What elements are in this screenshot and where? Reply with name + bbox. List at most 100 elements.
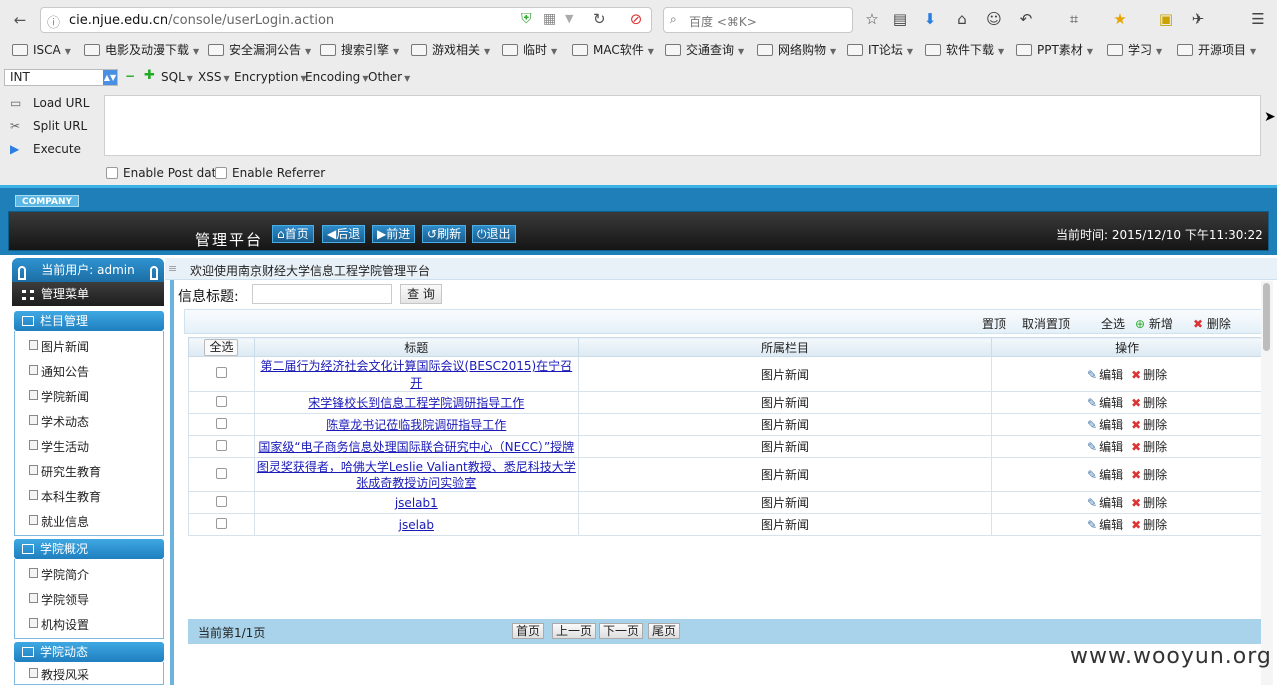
- sidebar-item[interactable]: 学院新闻: [29, 388, 89, 405]
- back-button[interactable]: ◀后退: [322, 225, 366, 243]
- sidebar-item[interactable]: 图片新闻: [29, 338, 89, 355]
- qr-code-icon[interactable]: ▦: [543, 11, 556, 27]
- star-icon[interactable]: ☆: [862, 9, 882, 29]
- prev-page-button[interactable]: 上一页: [552, 623, 597, 639]
- type-select[interactable]: INT ▲▼: [4, 69, 118, 86]
- pin-top-button[interactable]: 置顶: [982, 315, 1006, 332]
- news-title-link[interactable]: 第二届行为经济社会文化计算国际会议(BESC2015)在宁召开: [260, 359, 572, 390]
- extension-icon[interactable]: ✈: [1188, 9, 1208, 29]
- plus-icon[interactable]: ✚: [144, 68, 155, 83]
- edit-button[interactable]: ✎ 编辑: [1087, 416, 1123, 433]
- refresh-button[interactable]: ↺刷新: [422, 225, 467, 243]
- url-bar[interactable]: ⓘ cie.njue.edu.cn/console/userLogin.acti…: [40, 7, 652, 33]
- news-title-link[interactable]: jselab1: [395, 496, 438, 510]
- sidebar-item[interactable]: 学院领导: [29, 591, 89, 608]
- news-title-link[interactable]: 国家级“电子商务信息处理国际联合研究中心（NECC）”授牌: [258, 440, 574, 454]
- load-url-button[interactable]: ▭ Load URL: [10, 96, 89, 110]
- bookmark-folder[interactable]: 交通查询 ▼: [665, 40, 744, 60]
- chat-icon[interactable]: ☺: [984, 9, 1004, 29]
- bookmark-folder[interactable]: 安全漏洞公告 ▼: [208, 40, 311, 60]
- unpin-button[interactable]: 取消置顶: [1022, 315, 1070, 332]
- menu-encryption[interactable]: Encryption ▼: [234, 70, 307, 84]
- section-column-management[interactable]: 栏目管理: [14, 311, 164, 331]
- sidebar-item[interactable]: 学院简介: [29, 566, 89, 583]
- row-checkbox[interactable]: [215, 467, 227, 479]
- dropdown-icon[interactable]: ▼: [565, 12, 573, 25]
- url-textarea[interactable]: [104, 95, 1261, 156]
- row-checkbox[interactable]: [215, 439, 227, 451]
- delete-row-button[interactable]: ✖ 删除: [1131, 366, 1167, 383]
- home-button[interactable]: ⌂首页: [272, 225, 314, 243]
- edit-button[interactable]: ✎ 编辑: [1087, 366, 1123, 383]
- page-scrollbar[interactable]: [1261, 281, 1273, 685]
- bookmark-folder[interactable]: 搜索引擎 ▼: [320, 40, 399, 60]
- bookmark-folder[interactable]: 学习 ▼: [1107, 40, 1162, 60]
- news-title-link[interactable]: 陈章龙书记莅临我院调研指导工作: [326, 418, 506, 432]
- menu-icon[interactable]: ☰: [1248, 9, 1268, 29]
- edit-button[interactable]: ✎ 编辑: [1087, 394, 1123, 411]
- news-title-link[interactable]: 图灵奖获得者，哈佛大学Leslie Valiant教授、悉尼科技大学张成奇教授访…: [257, 460, 576, 490]
- edit-button[interactable]: ✎ 编辑: [1087, 438, 1123, 455]
- search-bar[interactable]: ⌕ 百度 <⌘K>: [663, 7, 853, 33]
- query-button[interactable]: 查 询: [400, 284, 442, 304]
- last-page-button[interactable]: 尾页: [648, 623, 681, 639]
- download-icon[interactable]: ⬇: [920, 9, 940, 29]
- bookmark-folder[interactable]: 开源项目 ▼: [1177, 40, 1256, 60]
- row-checkbox[interactable]: [215, 517, 227, 529]
- bookmark-folder[interactable]: 网络购物 ▼: [757, 40, 836, 60]
- delete-row-button[interactable]: ✖ 删除: [1131, 494, 1167, 511]
- favorites-icon[interactable]: ★: [1110, 9, 1130, 29]
- delete-row-button[interactable]: ✖ 删除: [1131, 467, 1167, 483]
- delete-button[interactable]: ✖ 删除: [1193, 315, 1231, 332]
- crop-icon[interactable]: ⌗: [1064, 9, 1084, 29]
- sidebar-item[interactable]: 就业信息: [29, 513, 89, 530]
- bookmark-folder[interactable]: 游戏相关 ▼: [411, 40, 490, 60]
- back-icon[interactable]: ←: [8, 8, 32, 32]
- delete-row-button[interactable]: ✖ 删除: [1131, 438, 1167, 455]
- menu-xss[interactable]: XSS ▼: [198, 70, 230, 84]
- next-page-button[interactable]: 下一页: [599, 623, 644, 639]
- section-college-overview[interactable]: 学院概况: [14, 539, 164, 559]
- delete-row-button[interactable]: ✖ 删除: [1131, 516, 1167, 533]
- minus-icon[interactable]: −: [125, 69, 135, 83]
- row-checkbox[interactable]: [215, 367, 227, 378]
- execute-button[interactable]: ▶ Execute: [10, 142, 81, 156]
- section-college-news[interactable]: 学院动态: [14, 642, 164, 662]
- news-title-link[interactable]: jselab: [399, 518, 434, 532]
- site-info-icon[interactable]: ⓘ: [47, 12, 60, 31]
- undo-icon[interactable]: ↶: [1016, 9, 1036, 29]
- grid-icon[interactable]: ▣: [1156, 9, 1176, 29]
- enable-referrer-checkbox[interactable]: Enable Referrer: [215, 166, 325, 180]
- row-checkbox[interactable]: [215, 417, 227, 429]
- reload-icon[interactable]: ↻: [593, 10, 606, 28]
- bookmark-folder[interactable]: 临时 ▼: [502, 40, 557, 60]
- news-title-link[interactable]: 宋学锋校长到信息工程学院调研指导工作: [308, 396, 524, 410]
- reading-list-icon[interactable]: ▤: [890, 9, 910, 29]
- enable-post-checkbox[interactable]: Enable Post data: [106, 166, 224, 180]
- bookmark-folder[interactable]: MAC软件 ▼: [572, 40, 654, 60]
- select-all-toggle[interactable]: 全选: [204, 338, 239, 356]
- first-page-button[interactable]: 首页: [512, 623, 545, 639]
- row-checkbox[interactable]: [215, 495, 227, 507]
- sidebar-item[interactable]: 机构设置: [29, 616, 89, 633]
- edit-button[interactable]: ✎ 编辑: [1087, 494, 1123, 511]
- edit-button[interactable]: ✎ 编辑: [1087, 516, 1123, 533]
- sidebar-item[interactable]: 本科生教育: [29, 488, 101, 505]
- sidebar-item[interactable]: 研究生教育: [29, 463, 101, 480]
- shield-icon[interactable]: ⛨: [521, 11, 532, 27]
- menu-other[interactable]: Other ▼: [368, 70, 410, 84]
- title-search-input[interactable]: [252, 284, 392, 304]
- bookmark-folder[interactable]: 电影及动漫下载 ▼: [84, 40, 199, 60]
- forward-button[interactable]: ▶前进: [372, 225, 416, 243]
- bookmark-folder[interactable]: PPT素材 ▼: [1016, 40, 1093, 60]
- sidebar-item[interactable]: 教授风采: [29, 666, 89, 683]
- row-checkbox[interactable]: [215, 395, 227, 407]
- sidebar-item[interactable]: 学术动态: [29, 413, 89, 430]
- sidebar-item[interactable]: 通知公告: [29, 363, 89, 380]
- add-button[interactable]: ⊕ 新增: [1135, 315, 1173, 332]
- sidebar-item[interactable]: 学生活动: [29, 438, 89, 455]
- home-icon[interactable]: ⌂: [952, 9, 972, 29]
- scroll-thumb[interactable]: [1263, 283, 1270, 351]
- menu-encoding[interactable]: Encoding ▼: [305, 70, 368, 84]
- split-url-button[interactable]: ✂ Split URL: [10, 119, 87, 133]
